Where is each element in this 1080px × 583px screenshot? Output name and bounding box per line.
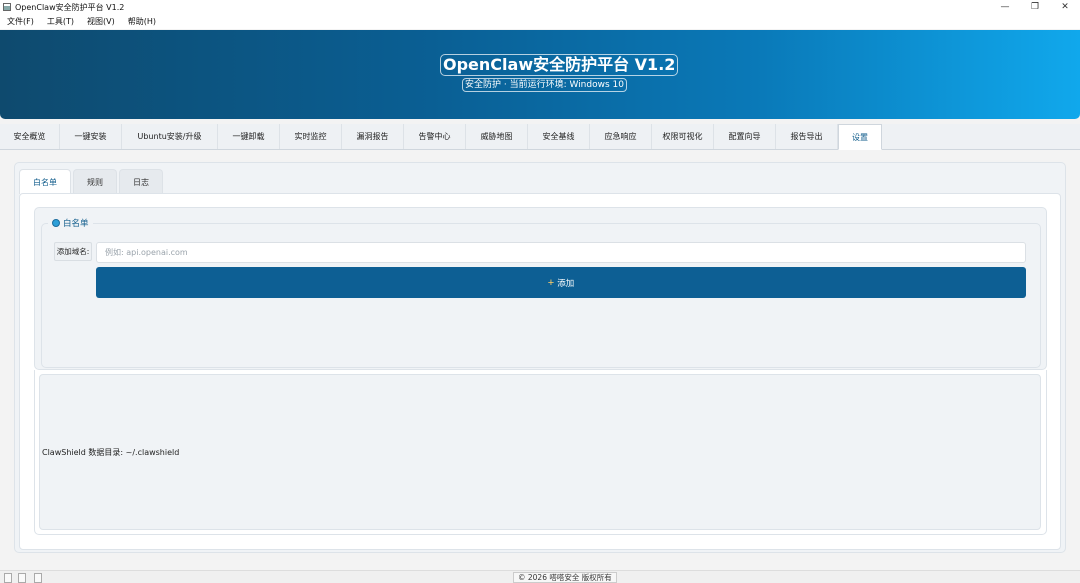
title-bar: OpenClaw安全防护平台 V1.2 — ❐ ✕ [0,0,1080,14]
data-directory-text: ClawShield 数据目录: ~/.clawshield [42,448,180,457]
menu-file[interactable]: 文件(F) [7,16,34,27]
settings-sub-tabs: 白名单 规则 日志 [19,169,165,194]
minimize-button[interactable]: — [990,0,1020,14]
tab-security-baseline[interactable]: 安全基线 [528,124,590,149]
status-dot-icon [52,218,60,227]
status-segment [34,573,42,583]
subtab-whitelist[interactable]: 白名单 [19,169,71,194]
menu-tools[interactable]: 工具(T) [47,16,74,27]
menu-help[interactable]: 帮助(H) [128,16,156,27]
tab-one-click-uninstall[interactable]: 一键卸载 [218,124,280,149]
tab-permission-visualization[interactable]: 权限可视化 [652,124,714,149]
menu-bar: 文件(F) 工具(T) 视图(V) 帮助(H) [0,14,1080,29]
whitelist-group-title: 白名单 [48,215,93,230]
window-controls: — ❐ ✕ [990,0,1080,14]
tab-security-overview[interactable]: 安全概览 [0,124,60,149]
banner-title: OpenClaw安全防护平台 V1.2 [440,54,679,76]
plus-icon: + [547,276,555,289]
copyright-label: © 2026 嗒嗒安全 版权所有 [513,572,617,583]
tab-one-click-install[interactable]: 一键安装 [60,124,122,149]
tab-settings[interactable]: 设置 [838,124,882,150]
close-button[interactable]: ✕ [1050,0,1080,14]
data-directory-box [39,374,1041,530]
subtab-logs[interactable]: 日志 [119,169,163,194]
app-icon [3,3,11,11]
tab-vulnerability-report[interactable]: 漏洞报告 [342,124,404,149]
add-domain-label: 添加域名: [54,242,92,261]
status-bar: © 2026 嗒嗒安全 版权所有 [0,570,1080,583]
tab-emergency-response[interactable]: 应急响应 [590,124,652,149]
tab-threat-map[interactable]: 威胁地图 [466,124,528,149]
main-tab-bar: 安全概览 一键安装 Ubuntu安装/升级 一键卸载 实时监控 漏洞报告 告警中… [0,124,1080,150]
tab-config-wizard[interactable]: 配置向导 [714,124,776,149]
tab-ubuntu-install[interactable]: Ubuntu安装/升级 [122,124,218,149]
menu-view[interactable]: 视图(V) [87,16,115,27]
status-segment [4,573,12,583]
subtab-rules[interactable]: 规则 [73,169,117,194]
tab-realtime-monitor[interactable]: 实时监控 [280,124,342,149]
tab-alert-center[interactable]: 告警中心 [404,124,466,149]
window-title: OpenClaw安全防护平台 V1.2 [15,2,125,12]
add-domain-button[interactable]: + 添加 [96,267,1026,298]
banner-subtitle: 安全防护 · 当前运行环境: Windows 10 [462,78,627,92]
group-title-text: 白名单 [63,218,89,229]
add-button-label: 添加 [557,277,575,288]
domain-input[interactable] [96,242,1026,263]
restore-button[interactable]: ❐ [1020,0,1050,14]
tab-report-export[interactable]: 报告导出 [776,124,838,149]
status-segment [18,573,26,583]
